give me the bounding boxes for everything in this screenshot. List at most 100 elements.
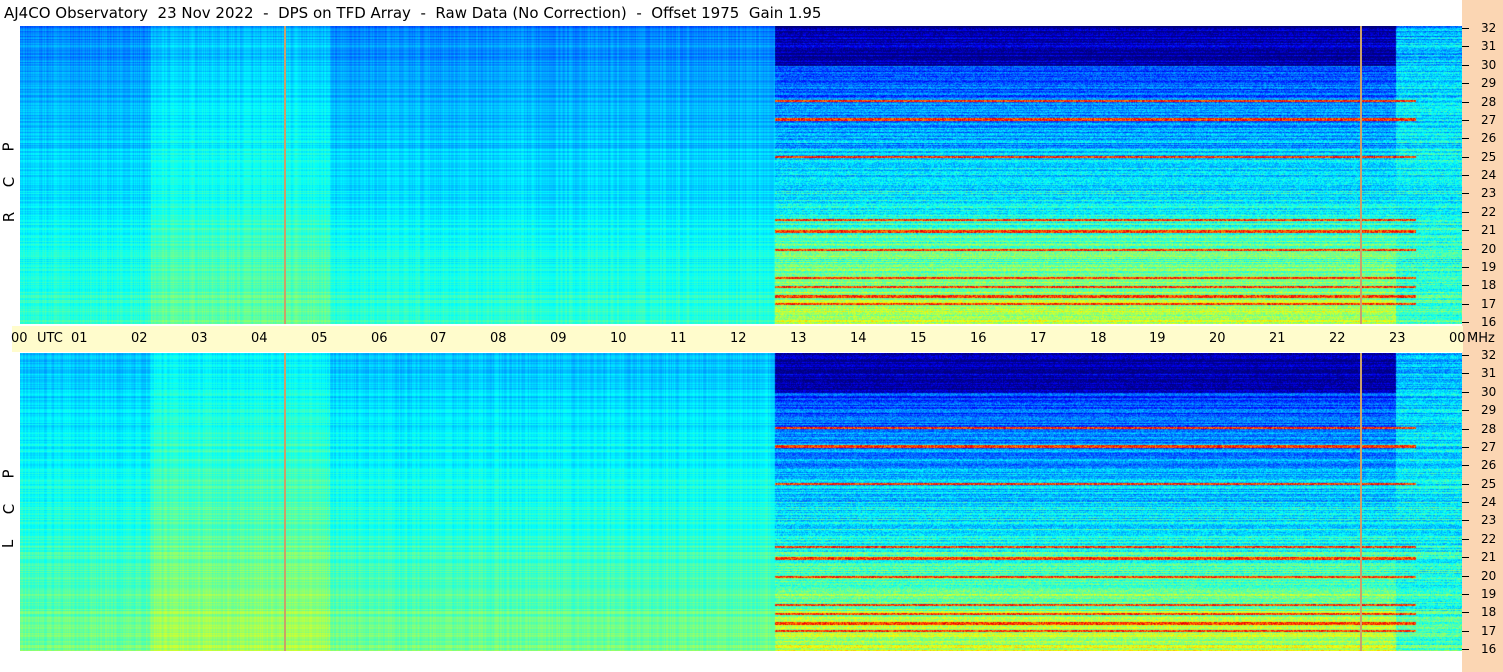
frequency-tick — [1462, 557, 1469, 558]
frequency-tick — [1462, 212, 1469, 213]
time-tick-label: 16 — [970, 331, 987, 346]
time-tick-label: 23 — [1389, 331, 1406, 346]
frequency-tick-label: 27 — [1481, 113, 1497, 127]
frequency-tick — [1462, 631, 1469, 632]
chart-title: AJ4CO Observatory 23 Nov 2022 - DPS on T… — [4, 4, 822, 22]
frequency-tick-label: 28 — [1481, 95, 1497, 109]
spectrogram-rcp — [20, 26, 1462, 324]
frequency-tick — [1462, 102, 1469, 103]
frequency-tick — [1462, 429, 1469, 430]
time-tick-label: 19 — [1149, 331, 1166, 346]
polarization-letter: P — [0, 469, 18, 479]
frequency-tick-label: 16 — [1481, 642, 1497, 656]
frequency-tick-label: 20 — [1481, 242, 1497, 256]
frequency-tick-label: 19 — [1481, 260, 1497, 274]
time-tick-label: 17 — [1030, 331, 1047, 346]
polarization-letter: P — [0, 142, 18, 152]
frequency-tick — [1462, 249, 1469, 250]
time-unit-label: UTC — [37, 331, 63, 346]
frequency-tick — [1462, 484, 1469, 485]
frequency-tick — [1462, 410, 1469, 411]
time-tick-label: 02 — [131, 331, 148, 346]
time-marker-line — [284, 26, 286, 324]
frequency-tick — [1462, 157, 1469, 158]
time-tick-label: 13 — [790, 331, 807, 346]
time-tick-label: 21 — [1269, 331, 1286, 346]
frequency-tick-label: 25 — [1481, 150, 1497, 164]
polarization-letter: L — [0, 539, 18, 549]
frequency-tick-label: 28 — [1481, 422, 1497, 436]
frequency-tick-label: 23 — [1481, 513, 1497, 527]
frequency-tick-label: 30 — [1481, 385, 1497, 399]
frequency-tick-label: 32 — [1481, 21, 1497, 35]
time-tick-label: 00 — [11, 331, 28, 346]
frequency-tick-label: 32 — [1481, 348, 1497, 362]
time-marker-line — [1360, 353, 1362, 651]
frequency-tick-label: 26 — [1481, 131, 1497, 145]
time-tick-label: 22 — [1329, 331, 1346, 346]
frequency-tick-label: 30 — [1481, 58, 1497, 72]
frequency-tick-label: 31 — [1481, 366, 1497, 380]
frequency-tick-label: 21 — [1481, 223, 1497, 237]
frequency-tick — [1462, 594, 1469, 595]
time-tick-label: 14 — [850, 331, 867, 346]
time-tick-label: 01 — [71, 331, 88, 346]
spectrogram-lcp — [20, 353, 1462, 651]
frequency-tick — [1462, 230, 1469, 231]
frequency-tick-label: 21 — [1481, 550, 1497, 564]
frequency-tick — [1462, 612, 1469, 613]
time-marker-line — [284, 353, 286, 651]
frequency-tick — [1462, 355, 1469, 356]
frequency-tick-label: 29 — [1481, 403, 1497, 417]
frequency-tick-label: 24 — [1481, 495, 1497, 509]
frequency-tick-label: 18 — [1481, 278, 1497, 292]
polarization-letter: C — [0, 176, 19, 188]
time-tick-label: 20 — [1209, 331, 1226, 346]
frequency-tick — [1462, 267, 1469, 268]
time-tick-label: 04 — [251, 331, 268, 346]
frequency-tick-label: 25 — [1481, 477, 1497, 491]
time-tick-label: 09 — [550, 331, 567, 346]
polarization-letter: R — [0, 211, 19, 223]
frequency-tick — [1462, 649, 1469, 650]
frequency-tick-label: 17 — [1481, 297, 1497, 311]
time-tick-label: 00 — [1449, 331, 1466, 346]
frequency-tick — [1462, 520, 1469, 521]
frequency-tick — [1462, 65, 1469, 66]
frequency-tick-label: 19 — [1481, 587, 1497, 601]
frequency-tick — [1462, 28, 1469, 29]
frequency-tick — [1462, 285, 1469, 286]
frequency-tick — [1462, 304, 1469, 305]
frequency-tick-label: 23 — [1481, 186, 1497, 200]
frequency-tick-label: 20 — [1481, 569, 1497, 583]
frequency-tick-label: 24 — [1481, 168, 1497, 182]
time-tick-label: 15 — [910, 331, 927, 346]
frequency-tick — [1462, 373, 1469, 374]
frequency-tick-label: 16 — [1481, 315, 1497, 329]
time-tick-label: 03 — [191, 331, 208, 346]
frequency-tick-label: 29 — [1481, 76, 1497, 90]
time-tick-label: 12 — [730, 331, 747, 346]
frequency-tick — [1462, 539, 1469, 540]
time-tick-label: 08 — [490, 331, 507, 346]
time-tick-label: 07 — [430, 331, 447, 346]
time-tick-label: 05 — [311, 331, 328, 346]
frequency-tick — [1462, 576, 1469, 577]
frequency-tick-label: 26 — [1481, 458, 1497, 472]
frequency-tick — [1462, 83, 1469, 84]
frequency-tick — [1462, 447, 1469, 448]
frequency-tick-label: 18 — [1481, 605, 1497, 619]
time-tick-label: 10 — [610, 331, 627, 346]
frequency-tick — [1462, 193, 1469, 194]
frequency-tick — [1462, 502, 1469, 503]
frequency-tick-label: 22 — [1481, 532, 1497, 546]
frequency-tick — [1462, 120, 1469, 121]
frequency-tick — [1462, 46, 1469, 47]
frequency-tick-label: 27 — [1481, 440, 1497, 454]
time-tick-label: 06 — [371, 331, 388, 346]
frequency-tick-label: 17 — [1481, 624, 1497, 638]
frequency-tick-label: 22 — [1481, 205, 1497, 219]
time-marker-line — [1360, 26, 1362, 324]
time-tick-label: 11 — [670, 331, 687, 346]
frequency-unit-label: MHz — [1467, 331, 1495, 346]
